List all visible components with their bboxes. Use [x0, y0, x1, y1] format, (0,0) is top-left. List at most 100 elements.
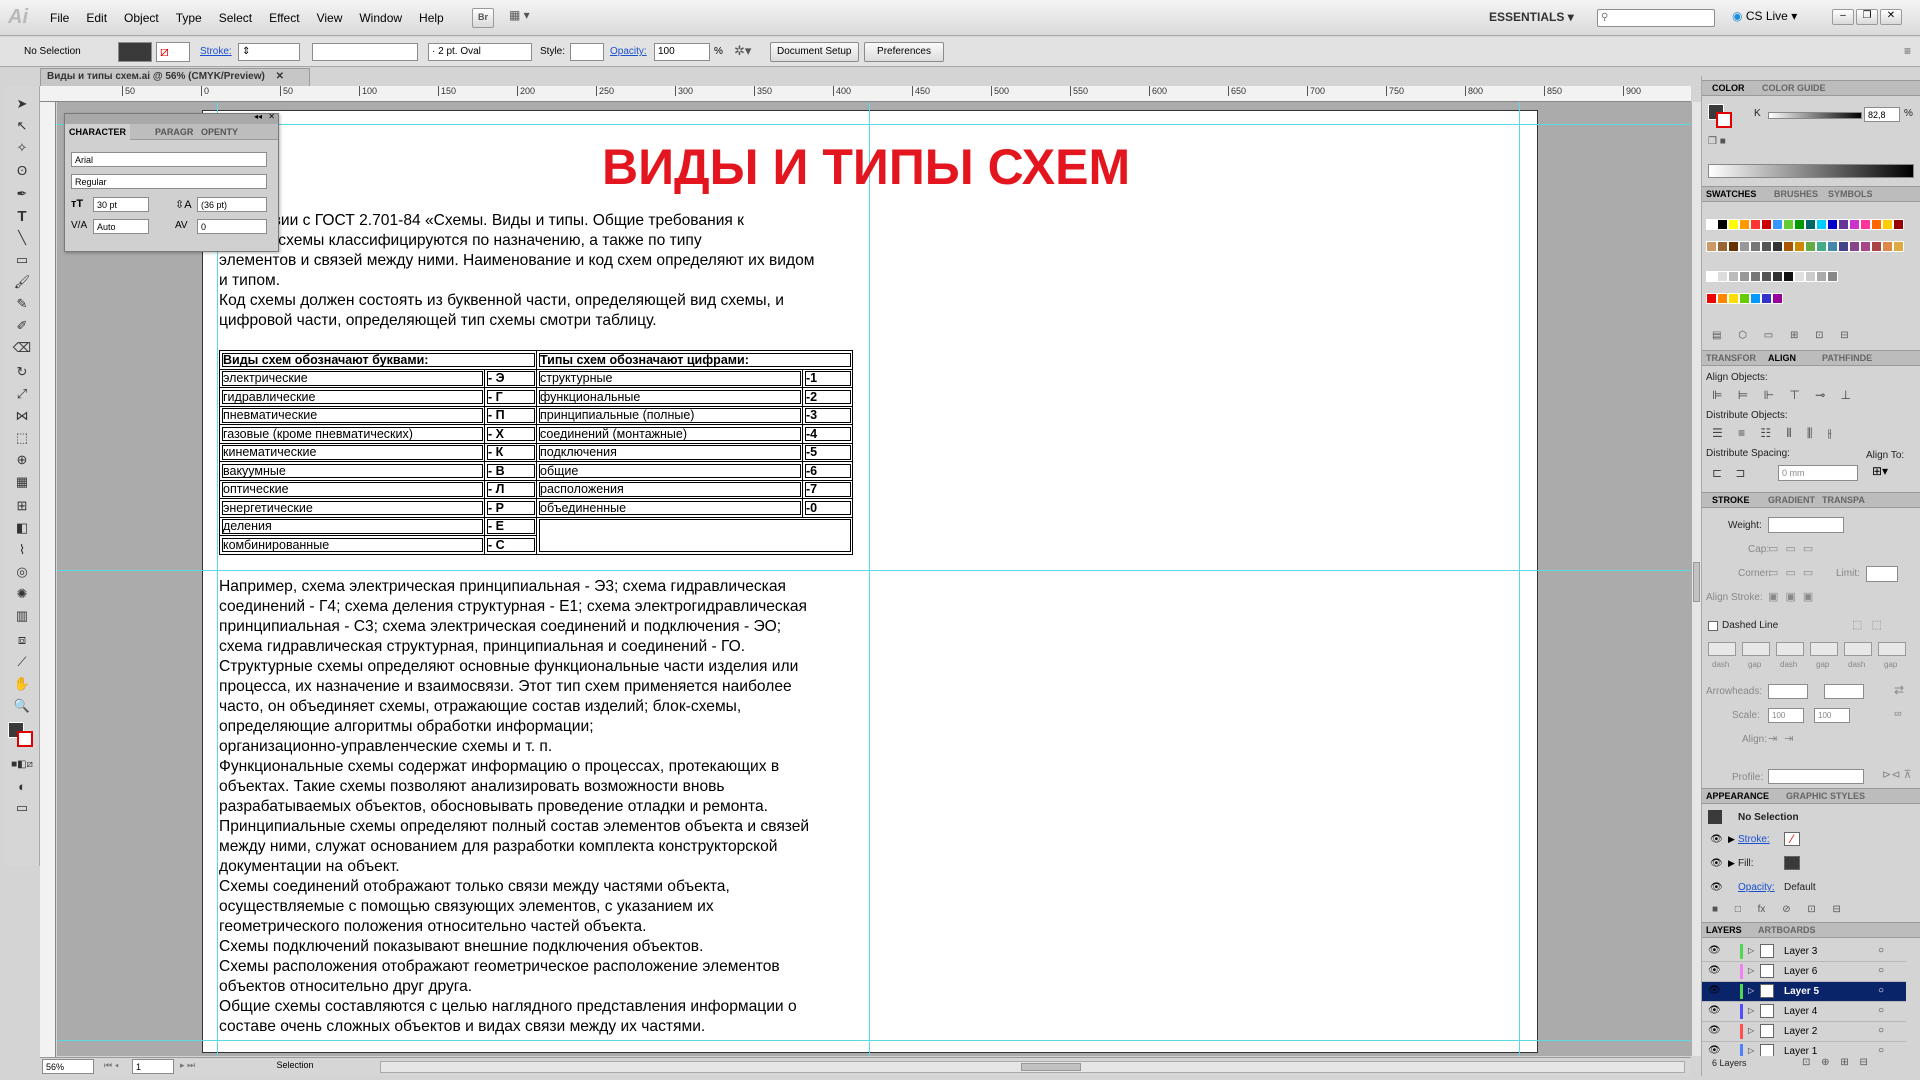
menu-type[interactable]: Type — [176, 11, 202, 25]
zoom-dropdown[interactable]: 56% — [42, 1059, 94, 1074]
dash-field[interactable] — [1776, 642, 1804, 656]
gradient-tool-icon[interactable]: ◧ — [11, 518, 33, 538]
expand-icon[interactable]: ▷ — [1748, 1046, 1754, 1055]
color-swatch[interactable] — [1838, 241, 1849, 252]
menu-edit[interactable]: Edit — [86, 11, 107, 25]
swatch-grid[interactable] — [1706, 219, 1904, 309]
fill-swatch[interactable] — [1784, 856, 1800, 870]
color-swatch[interactable] — [1750, 219, 1761, 230]
eyedropper-tool-icon[interactable]: ⌇ — [11, 540, 33, 560]
color-swatch[interactable] — [1816, 219, 1827, 230]
workspace-switcher[interactable]: ESSENTIALS ▾ — [1489, 10, 1574, 24]
color-swatch[interactable] — [1772, 271, 1783, 282]
layer-row[interactable]: 👁 ▷ Layer 2 ○ — [1702, 1022, 1906, 1042]
gap-field[interactable] — [1810, 642, 1838, 656]
color-swatch[interactable] — [1838, 219, 1849, 230]
menu-select[interactable]: Select — [219, 11, 252, 25]
menu-view[interactable]: View — [317, 11, 343, 25]
align-to-dropdown[interactable]: ⊞▾ — [1872, 464, 1888, 478]
body-text[interactable]: Например, схема электрическая принципиал… — [219, 577, 809, 1037]
eye-icon[interactable]: 👁 — [1710, 858, 1723, 869]
cube-icon[interactable]: ❒ ■ — [1708, 136, 1726, 147]
column-graph-tool-icon[interactable]: ▥ — [11, 606, 33, 626]
color-swatch[interactable] — [1827, 271, 1838, 282]
color-swatch[interactable] — [1783, 241, 1794, 252]
pencil-tool-icon[interactable]: ✎ — [11, 294, 33, 314]
rotate-tool-icon[interactable]: ↻ — [11, 362, 33, 382]
menu-effect[interactable]: Effect — [269, 11, 299, 25]
last-artboard-icon[interactable]: ▸ ⏭ — [180, 1060, 195, 1071]
perspective-grid-tool-icon[interactable]: ▦ — [11, 472, 33, 492]
tab-character[interactable]: CHARACTER — [65, 124, 130, 140]
color-stroke-swatch[interactable] — [1716, 112, 1732, 128]
color-slider[interactable] — [1768, 112, 1862, 119]
color-swatch[interactable] — [1750, 241, 1761, 252]
graphic-style-dropdown[interactable] — [570, 43, 604, 61]
color-swatch[interactable] — [1717, 293, 1728, 304]
color-swatch[interactable] — [1772, 219, 1783, 230]
help-search-input[interactable]: ⚲ — [1597, 9, 1715, 27]
shape-builder-tool-icon[interactable]: ⊕ — [11, 450, 33, 470]
color-swatch[interactable] — [1882, 219, 1893, 230]
color-swatch[interactable] — [1893, 219, 1904, 230]
distribute-objects-buttons[interactable]: ☰ ≡ ☷ ⫴ ⫼ ⫲ — [1712, 426, 1832, 441]
layer-actions[interactable]: ⊡ ⊕ ⊞ ⊟ — [1802, 1057, 1868, 1068]
opacity-label[interactable]: Opacity: — [610, 46, 647, 57]
line-tool-icon[interactable]: ╲ — [11, 228, 33, 248]
color-swatch[interactable] — [1761, 271, 1772, 282]
expand-icon[interactable]: ▷ — [1748, 1026, 1754, 1035]
artboard-number-field[interactable]: 1 — [132, 1059, 174, 1074]
color-swatch[interactable] — [1728, 293, 1739, 304]
font-size-field[interactable]: 30 pt — [93, 197, 149, 212]
color-swatch[interactable] — [1794, 241, 1805, 252]
color-swatch[interactable] — [1805, 241, 1816, 252]
expand-icon[interactable]: ▷ — [1748, 946, 1754, 955]
document-setup-button[interactable]: Document Setup — [770, 42, 859, 62]
recolor-artwork-icon[interactable]: ✲▾ — [734, 43, 751, 59]
weight-field[interactable] — [1768, 517, 1844, 533]
restore-icon[interactable]: ❐ — [1856, 9, 1878, 25]
eye-icon[interactable]: 👁 — [1708, 1045, 1721, 1056]
stroke-label[interactable]: Stroke: — [200, 46, 232, 57]
color-swatch[interactable] — [1827, 219, 1838, 230]
artboard-tool-icon[interactable]: ⧈ — [11, 630, 33, 650]
link-icon[interactable]: ∞ — [1894, 708, 1902, 720]
expand-icon[interactable]: ▷ — [1748, 986, 1754, 995]
opacity-field[interactable]: 100 — [654, 43, 710, 61]
collapse-icon[interactable]: ◂◂ — [254, 112, 262, 121]
eye-icon[interactable]: 👁 — [1710, 834, 1723, 845]
color-swatch[interactable] — [1783, 219, 1794, 230]
target-icon[interactable]: ○ — [1878, 1025, 1884, 1036]
tab-artboards[interactable]: ARTBOARDS — [1758, 925, 1816, 935]
selection-tool-icon[interactable]: ➤ — [11, 94, 33, 114]
color-swatch[interactable] — [1750, 271, 1761, 282]
target-icon[interactable]: ○ — [1878, 985, 1884, 996]
target-icon[interactable]: ○ — [1878, 1045, 1884, 1056]
variable-width-dropdown[interactable] — [312, 43, 418, 61]
menu-window[interactable]: Window — [359, 11, 402, 25]
color-swatch[interactable] — [1761, 293, 1772, 304]
tab-graphic-styles[interactable]: GRAPHIC STYLES — [1786, 791, 1865, 801]
color-swatch[interactable] — [1871, 219, 1882, 230]
color-swatch[interactable] — [1739, 241, 1750, 252]
layer-row[interactable]: 👁 ▷ Layer 3 ○ — [1702, 942, 1906, 962]
spacing-field[interactable]: 0 mm — [1778, 465, 1858, 481]
kerning-field[interactable]: Auto — [93, 219, 149, 234]
paintbrush-tool-icon[interactable]: 🖌 — [11, 272, 33, 292]
color-swatch[interactable] — [1706, 293, 1717, 304]
tab-align[interactable]: ALIGN — [1768, 353, 1796, 363]
symbol-sprayer-tool-icon[interactable]: ✺ — [11, 584, 33, 604]
menu-help[interactable]: Help — [419, 11, 444, 25]
lasso-tool-icon[interactable]: ʘ — [11, 160, 33, 180]
color-swatch[interactable] — [1717, 219, 1728, 230]
cs-live-button[interactable]: ◉ CS Live ▾ — [1732, 9, 1797, 23]
pen-tool-icon[interactable]: ✒ — [11, 184, 33, 204]
dash-field[interactable] — [1844, 642, 1872, 656]
bridge-button[interactable]: Br — [472, 8, 494, 28]
horizontal-ruler[interactable]: 50 0 50 100 150 200 250 300 350 400 450 500 550 600 65… — [40, 86, 1691, 102]
hand-tool-icon[interactable]: ✋ — [11, 674, 33, 694]
eraser-tool-icon[interactable]: ⌫ — [11, 338, 33, 358]
color-swatch[interactable] — [1761, 219, 1772, 230]
dash-field[interactable] — [1708, 642, 1736, 656]
start-scale-field[interactable]: 100 — [1768, 708, 1804, 723]
